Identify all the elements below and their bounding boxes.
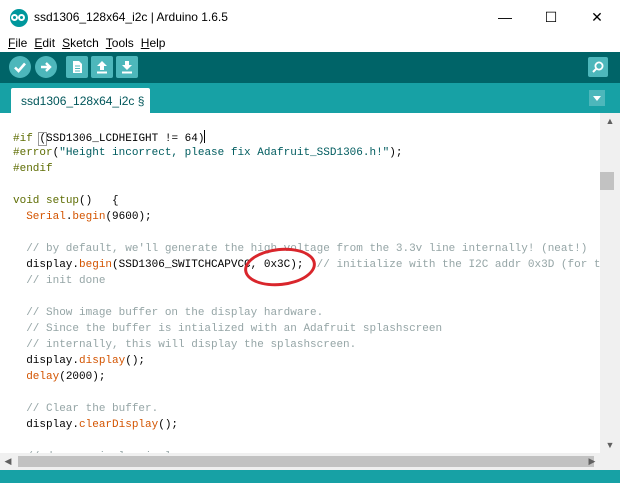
save-button[interactable] [116, 56, 138, 78]
code-line: void setup() { [13, 195, 119, 207]
menu-sketch[interactable]: Sketch [62, 36, 99, 50]
title-bar: ssd1306_128x64_i2c | Arduino 1.6.5 — ☐ ✕ [0, 0, 620, 34]
code-line: #endif [13, 163, 53, 175]
upload-button[interactable] [35, 56, 57, 78]
status-bar [0, 470, 620, 483]
verify-button[interactable] [9, 56, 31, 78]
minimize-button[interactable]: — [482, 0, 528, 34]
code-line: Serial.begin(9600); [26, 211, 152, 223]
code-line: // internally, this will display the spl… [26, 339, 357, 351]
toolbar [0, 52, 620, 83]
verify-icon [14, 62, 26, 73]
close-button[interactable]: ✕ [574, 0, 620, 34]
new-button[interactable] [66, 56, 88, 78]
upload-icon [41, 62, 52, 72]
scroll-right-icon[interactable]: ▶ [584, 453, 600, 470]
tab-menu-button[interactable] [589, 90, 605, 106]
scroll-down-icon[interactable]: ▼ [600, 437, 620, 453]
code-line: // init done [26, 275, 106, 287]
window-title: ssd1306_128x64_i2c | Arduino 1.6.5 [34, 10, 228, 24]
horizontal-scrollbar[interactable]: ◀ ▶ [0, 453, 600, 470]
scroll-left-icon[interactable]: ◀ [0, 453, 16, 470]
new-icon [73, 61, 82, 73]
maximize-button[interactable]: ☐ [528, 0, 574, 34]
code-line: delay(2000); [26, 371, 106, 383]
code-line: #error("Height incorrect, please fix Ada… [13, 147, 403, 159]
code-line: display.clearDisplay(); [13, 419, 179, 431]
serial-monitor-icon [592, 61, 604, 73]
vertical-scroll-thumb[interactable] [600, 172, 614, 190]
scroll-up-icon[interactable]: ▲ [600, 113, 620, 129]
menu-edit[interactable]: Edit [34, 36, 55, 50]
code-line: #if (SSD1306_LCDHEIGHT != 64) [13, 130, 206, 146]
open-button[interactable] [91, 56, 113, 78]
vertical-scrollbar[interactable]: ▲ ▼ [600, 113, 620, 453]
menu-file[interactable]: File [8, 36, 27, 50]
open-icon [97, 61, 107, 74]
scrollbar-corner [600, 453, 620, 470]
code-line: // Show image buffer on the display hard… [26, 307, 324, 319]
code-editor[interactable]: #if (SSD1306_LCDHEIGHT != 64) #error("He… [0, 113, 600, 453]
serial-monitor-button[interactable] [588, 57, 608, 77]
menu-tools[interactable]: Tools [106, 36, 134, 50]
code-line: // Clear the buffer. [26, 403, 159, 415]
menu-help[interactable]: Help [141, 36, 166, 50]
code-line: // Since the buffer is intialized with a… [26, 323, 443, 335]
arduino-logo-icon [10, 9, 28, 27]
tab-sketch[interactable]: ssd1306_128x64_i2c § [11, 88, 151, 113]
tab-strip: ssd1306_128x64_i2c § [0, 83, 620, 113]
chevron-down-icon [593, 96, 601, 101]
save-icon [122, 61, 132, 74]
horizontal-scroll-thumb[interactable] [18, 456, 594, 467]
code-line: display.display(); [13, 355, 146, 367]
menu-bar: File Edit Sketch Tools Help [0, 34, 620, 52]
